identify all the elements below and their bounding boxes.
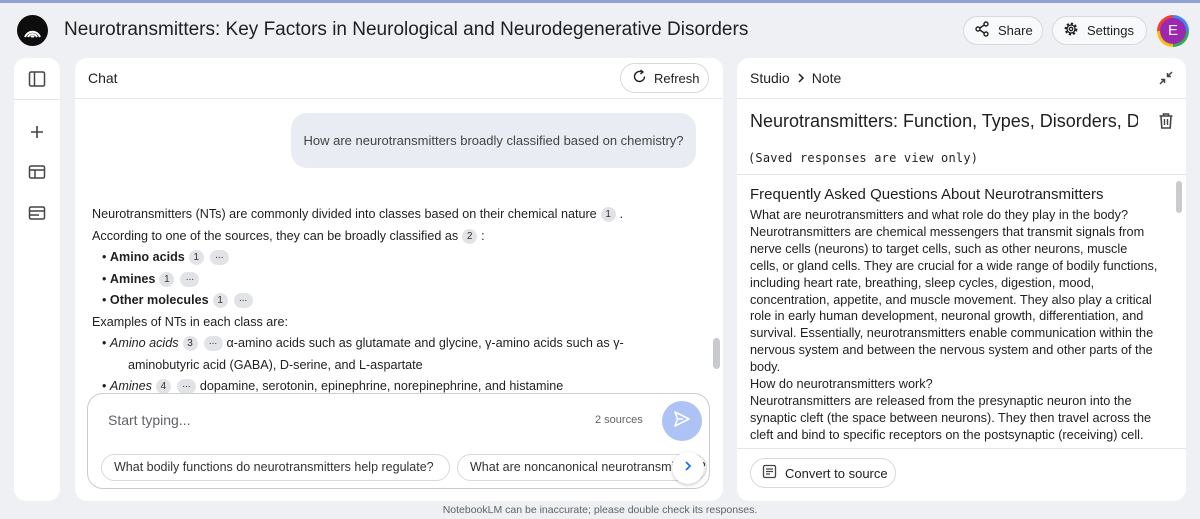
send-icon [673,410,691,433]
bullet-dot: • [102,293,110,307]
bullet-dot: • [102,271,110,286]
source-document-icon[interactable] [26,202,48,224]
suggestion-chip[interactable]: What are noncanonical neurotransmitters? [457,454,707,481]
send-button[interactable] [662,401,702,441]
chevron-right-icon [796,70,806,86]
example-text: aminobutyric acid (GABA), D-serine, and … [128,357,423,372]
chevron-right-icon [682,459,694,477]
note-title: Neurotransmitters: Function, Types, Diso… [750,111,1138,131]
examples-heading: Examples of NTs in each class are: [92,314,288,329]
note-footer-divider [737,448,1186,449]
more-citations-chip[interactable]: ... [176,379,196,395]
source-count: 2 sources [595,414,643,426]
chat-scrollbar[interactable] [713,338,720,369]
class-label: Other molecules [109,293,209,307]
share-button[interactable]: Share [963,16,1043,45]
settings-button[interactable]: Settings [1052,16,1147,45]
list-item: • Amines 1 ... [92,269,692,291]
notebook-title[interactable]: Neurotransmitters: Key Factors in Neurol… [64,19,748,41]
class-label: Amino acids [109,250,185,264]
saved-view-only-notice: (Saved responses are view only) [748,151,979,165]
chat-title: Chat [88,70,118,86]
note-paragraph: How do neurotransmitters work? [750,377,933,392]
example-text: α-amino acids such as glutamate and glyc… [226,336,624,350]
list-item: • Amino acids 1 ... [92,247,692,269]
source-document-icon[interactable] [26,161,48,183]
answer-text: : [481,228,485,243]
convert-label: Convert to source [785,465,888,481]
bullet-dot: • [102,336,110,350]
notebooklm-logo-icon[interactable] [17,15,48,46]
refresh-icon [632,69,647,87]
citation-chip[interactable]: 1 [188,250,204,266]
refresh-label: Refresh [654,70,700,86]
example-label: Amino acids [109,336,179,350]
citation-chip[interactable]: 4 [155,379,171,395]
chat-header: Chat Refresh [75,58,723,99]
delete-note-icon[interactable] [1158,112,1174,135]
rail-divider [14,99,60,100]
answer-line: According to one of the sources, they ca… [92,226,692,248]
chat-composer: Start typing... 2 sources What bodily fu… [87,393,710,489]
collapse-icon[interactable] [1158,70,1174,91]
bullet-dot: • [102,250,110,264]
list-item: • Other molecules 1 ... [92,290,692,312]
settings-label: Settings [1087,23,1134,38]
note-scrollbar[interactable] [1176,181,1182,213]
list-item: • Amino acids 3 ... α-amino acids such a… [92,333,692,355]
studio-panel: Studio Note Neurotransmitters: Function,… [737,58,1186,501]
note-paragraph: Neurotransmitters are chemical messenger… [750,224,1158,375]
user-message-bubble: How are neurotransmitters broadly classi… [291,113,696,168]
answer-text: According to one of the sources, they ca… [92,228,459,243]
citation-chip[interactable]: 1 [600,207,616,223]
studio-header: Studio Note [737,58,1186,99]
convert-to-source-button[interactable]: Convert to source [750,458,896,488]
class-label: Amines [109,271,156,286]
suggestion-chip[interactable]: What bodily functions do neurotransmitte… [101,454,450,481]
citation-chip[interactable]: 3 [182,336,198,352]
answer-text: . [619,207,624,221]
share-label: Share [998,23,1033,38]
more-citations-chip[interactable]: ... [180,271,200,287]
breadcrumb: Studio Note [750,70,841,86]
avatar-letter: E [1160,18,1186,44]
user-message-text: How are neurotransmitters broadly classi… [303,133,684,148]
share-icon [974,21,990,40]
app-header: Neurotransmitters: Key Factors in Neurol… [0,3,1200,57]
refresh-button[interactable]: Refresh [620,63,709,93]
more-citations-chip[interactable]: ... [233,293,253,309]
note-paragraph: Neurotransmitters are released from the … [750,393,1152,442]
breadcrumb-note: Note [811,70,842,86]
list-item-continuation: aminobutyric acid (GABA), D-serine, and … [92,355,692,377]
note-content: Frequently Asked Questions About Neurotr… [750,185,1158,447]
more-citations-chip[interactable]: ... [203,336,223,352]
gear-icon [1063,21,1079,40]
assistant-answer: Neurotransmitters (NTs) are commonly div… [92,204,692,398]
add-source-icon[interactable] [26,121,48,143]
answer-text: Neurotransmitters (NTs) are commonly div… [92,207,597,221]
citation-chip[interactable]: 1 [212,293,228,309]
more-citations-chip[interactable]: ... [209,250,229,266]
citation-chip[interactable]: 2 [462,228,478,244]
disclaimer-footer: NotebookLM can be inaccurate; please dou… [442,504,758,516]
citation-chip[interactable]: 1 [159,271,175,287]
chat-panel: Chat Refresh How are neurotransmitters b… [75,58,723,501]
left-rail [14,58,60,501]
next-suggestions-button[interactable] [672,452,704,484]
avatar[interactable]: E [1157,15,1189,47]
answer-line: Neurotransmitters (NTs) are commonly div… [92,204,692,226]
faq-heading: Frequently Asked Questions About Neurotr… [750,186,1104,203]
toggle-sources-panel-icon[interactable] [26,68,48,90]
breadcrumb-studio[interactable]: Studio [750,70,790,86]
answer-line: Examples of NTs in each class are: [92,312,692,334]
note-divider [737,174,1186,175]
note-paragraph: What are neurotransmitters and what role… [750,208,1129,222]
convert-document-icon [762,464,777,482]
chat-input[interactable]: Start typing... [108,412,190,428]
